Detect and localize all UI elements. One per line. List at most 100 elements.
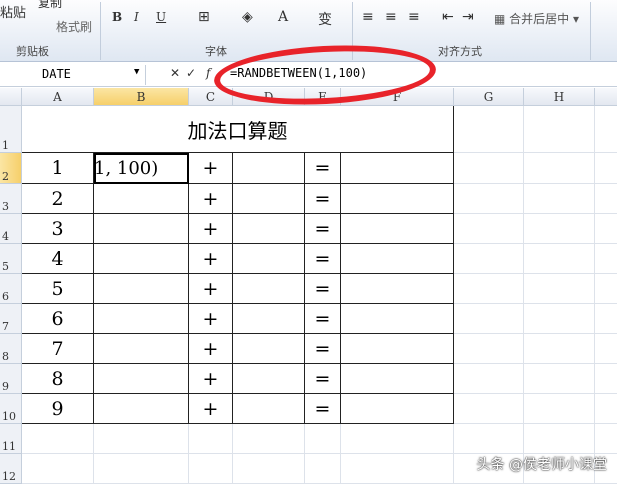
cell-addend-2[interactable] — [233, 304, 305, 334]
cell[interactable] — [524, 244, 595, 274]
cell-number[interactable]: 6 — [22, 304, 94, 334]
cell[interactable] — [233, 424, 305, 454]
cell[interactable] — [454, 424, 524, 454]
cell[interactable] — [189, 424, 233, 454]
cell[interactable] — [524, 304, 595, 334]
cancel-icon[interactable]: ✕ — [170, 66, 180, 80]
title-cell[interactable]: 加法口算题 — [22, 106, 454, 153]
cell[interactable] — [305, 424, 341, 454]
cell-plus[interactable]: + — [189, 304, 233, 334]
cell[interactable] — [454, 274, 524, 304]
cell-answer[interactable] — [341, 274, 454, 304]
cell[interactable] — [524, 184, 595, 214]
cell[interactable] — [454, 304, 524, 334]
chevron-down-icon[interactable]: ▼ — [134, 67, 139, 77]
select-all-button[interactable] — [0, 88, 22, 106]
cell[interactable] — [595, 106, 617, 153]
increase-indent-icon[interactable]: ⇥ — [462, 9, 474, 25]
cell[interactable] — [595, 334, 617, 364]
cell[interactable] — [94, 454, 189, 484]
paste-button[interactable]: 粘贴 — [0, 2, 26, 21]
merge-center-button[interactable]: ▦ 合并后居中 ▾ — [494, 10, 579, 27]
cell-equals[interactable]: = — [305, 304, 341, 334]
row-header-1[interactable]: 1 — [0, 106, 22, 153]
column-header-B[interactable]: B — [94, 88, 189, 106]
cell-number[interactable]: 5 — [22, 274, 94, 304]
row-header-8[interactable]: 8 — [0, 334, 22, 364]
row-header-6[interactable]: 6 — [0, 274, 22, 304]
column-header-F[interactable]: F — [341, 88, 454, 106]
cell[interactable] — [524, 274, 595, 304]
column-header[interactable] — [595, 88, 617, 106]
row-header-10[interactable]: 10 — [0, 394, 22, 424]
bold-button[interactable]: B — [112, 10, 122, 24]
cell-addend-2[interactable] — [233, 153, 305, 184]
row-header-5[interactable]: 5 — [0, 244, 22, 274]
cell-answer[interactable] — [341, 304, 454, 334]
cell-equals[interactable]: = — [305, 184, 341, 214]
font-color-button[interactable]: A — [278, 9, 288, 25]
cell[interactable] — [595, 424, 617, 454]
cell-addend-2[interactable] — [233, 274, 305, 304]
format-painter-button[interactable]: 格式刷 — [56, 18, 92, 35]
cell-plus[interactable]: + — [189, 274, 233, 304]
row-header-9[interactable]: 9 — [0, 364, 22, 394]
cell-number[interactable]: 2 — [22, 184, 94, 214]
row-header-7[interactable]: 7 — [0, 304, 22, 334]
cell-addend-1[interactable]: 1, 100) — [94, 153, 189, 184]
column-header-E[interactable]: E — [305, 88, 341, 106]
cell[interactable] — [595, 394, 617, 424]
fill-color-icon[interactable]: ◈ — [242, 9, 253, 25]
borders-icon[interactable]: ⊞ — [198, 9, 210, 25]
cell-addend-1[interactable] — [94, 394, 189, 424]
cell[interactable] — [524, 153, 595, 184]
cell-addend-1[interactable] — [94, 244, 189, 274]
cell-addend-2[interactable] — [233, 364, 305, 394]
cell-answer[interactable] — [341, 184, 454, 214]
cell-answer[interactable] — [341, 334, 454, 364]
insert-function-icon[interactable]: f — [206, 66, 210, 80]
cell[interactable] — [595, 364, 617, 394]
align-right-icon[interactable]: ≡ — [408, 9, 420, 25]
cell[interactable] — [524, 106, 595, 153]
row-header-12[interactable]: 12 — [0, 454, 22, 484]
underline-button[interactable]: U — [156, 10, 166, 24]
cell[interactable] — [454, 364, 524, 394]
cell[interactable] — [94, 424, 189, 454]
cell-plus[interactable]: + — [189, 334, 233, 364]
cell[interactable] — [454, 334, 524, 364]
cell-addend-2[interactable] — [233, 184, 305, 214]
cell[interactable] — [595, 244, 617, 274]
column-header-C[interactable]: C — [189, 88, 233, 106]
cell[interactable] — [524, 424, 595, 454]
cell[interactable] — [305, 454, 341, 484]
cell-plus[interactable]: + — [189, 153, 233, 184]
cell[interactable] — [454, 184, 524, 214]
enter-icon[interactable]: ✓ — [186, 66, 196, 80]
cell-answer[interactable] — [341, 244, 454, 274]
decrease-indent-icon[interactable]: ⇤ — [442, 9, 454, 25]
cell[interactable] — [595, 184, 617, 214]
cell-addend-1[interactable] — [94, 334, 189, 364]
cell-addend-1[interactable] — [94, 304, 189, 334]
cell-answer[interactable] — [341, 394, 454, 424]
cell[interactable] — [22, 424, 94, 454]
row-header-11[interactable]: 11 — [0, 424, 22, 454]
cell[interactable] — [524, 334, 595, 364]
row-header-4[interactable]: 4 — [0, 214, 22, 244]
cell-addend-2[interactable] — [233, 394, 305, 424]
cell-answer[interactable] — [341, 153, 454, 184]
cell-answer[interactable] — [341, 214, 454, 244]
cell-number[interactable]: 9 — [22, 394, 94, 424]
cell-addend-2[interactable] — [233, 334, 305, 364]
cell[interactable] — [454, 394, 524, 424]
cell-number[interactable]: 4 — [22, 244, 94, 274]
column-header-A[interactable]: A — [22, 88, 94, 106]
align-center-icon[interactable]: ≡ — [385, 9, 397, 25]
cell-number[interactable]: 8 — [22, 364, 94, 394]
cell-addend-1[interactable] — [94, 184, 189, 214]
formula-input[interactable]: =RANDBETWEEN(1,100) — [230, 66, 367, 80]
row-header-3[interactable]: 3 — [0, 184, 22, 214]
cell[interactable] — [524, 214, 595, 244]
cell[interactable] — [454, 244, 524, 274]
